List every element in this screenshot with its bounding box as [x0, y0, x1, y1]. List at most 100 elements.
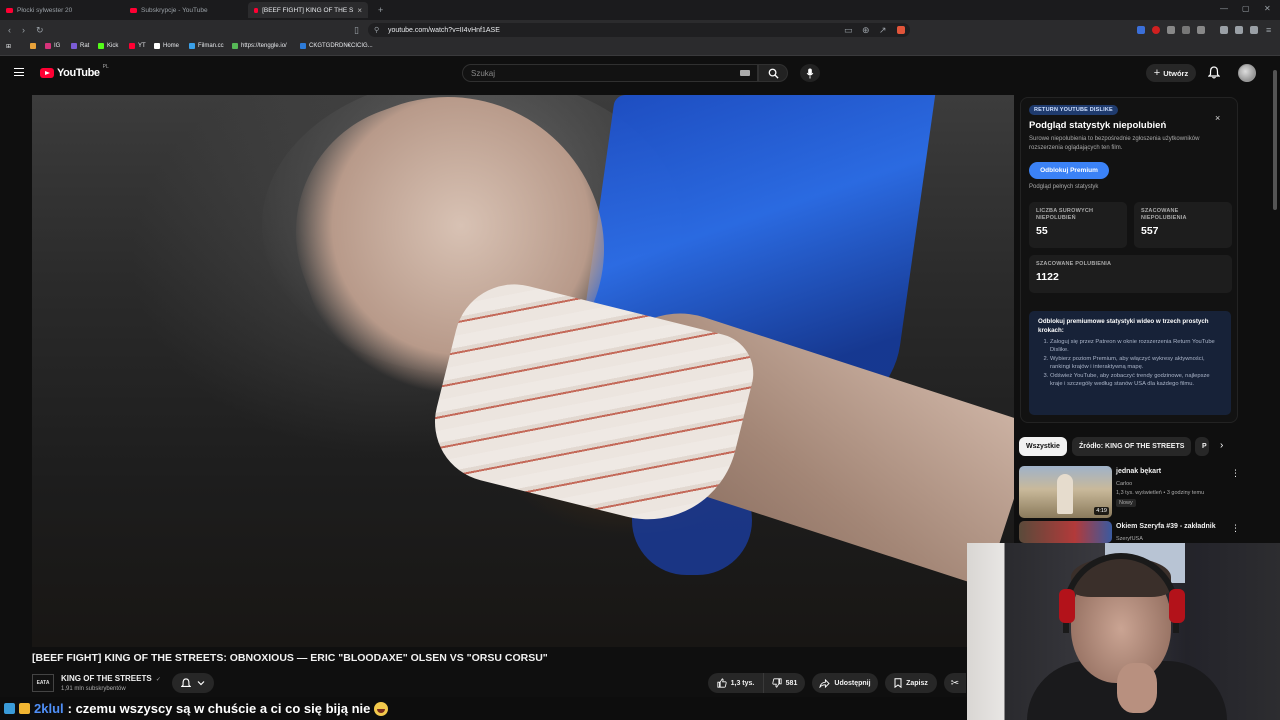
puzzle-icon[interactable]: [1197, 26, 1205, 34]
rec-channel[interactable]: Carloo: [1116, 481, 1132, 487]
bookmark-home[interactable]: Home: [154, 43, 179, 49]
menu-icon[interactable]: ≡: [1266, 25, 1271, 35]
logo-text: YouTube: [57, 67, 100, 79]
brave-shield-icon[interactable]: [897, 26, 905, 34]
tab-label: [BEEF FIGHT] KING OF THE S: [262, 6, 354, 14]
clip-button[interactable]: ✂: [944, 673, 966, 693]
chip-all[interactable]: Wszystkie: [1019, 437, 1067, 456]
download-icon[interactable]: [1220, 26, 1228, 34]
rec-channel[interactable]: SzeryfUSA: [1116, 536, 1143, 542]
bookmark-yt[interactable]: YT: [129, 43, 146, 49]
reload-icon[interactable]: ↻: [36, 25, 44, 36]
forward-icon[interactable]: ›: [22, 25, 25, 35]
url-text: youtube.com/watch?v=II4vHnf1ASE: [388, 26, 500, 34]
bookmark-folder-icon[interactable]: [30, 43, 36, 49]
subscription-notifications-button[interactable]: [172, 673, 214, 693]
more-options-icon[interactable]: ⋮: [1231, 523, 1240, 534]
stream-chat-message: 2klul : czemu wszyscy są w chuście a ci …: [0, 697, 967, 720]
search-icon: [768, 68, 779, 79]
bookmark-label: Filman.cc: [198, 43, 224, 49]
stat-value: 55: [1036, 225, 1048, 237]
youtube-favicon-icon: [6, 7, 13, 13]
video-thumbnail[interactable]: [1019, 521, 1112, 543]
site-info-icon[interactable]: ⚲: [374, 26, 379, 34]
address-field[interactable]: ⚲ youtube.com/watch?v=II4vHnf1ASE: [368, 23, 910, 37]
chat-message-text: : czemu wszyscy są w chuście a ci co się…: [67, 701, 371, 716]
chevron-right-icon[interactable]: ›: [1220, 440, 1223, 451]
extension-icon[interactable]: [1167, 26, 1175, 34]
close-icon[interactable]: ×: [1215, 113, 1220, 123]
share-icon[interactable]: ↗: [879, 25, 887, 36]
scrollbar-thumb[interactable]: [1273, 70, 1277, 210]
bookmark-label: Rat: [80, 43, 90, 49]
search-button[interactable]: [758, 64, 788, 82]
rec-title[interactable]: Okiem Szeryfa #39 - zakładnik: [1116, 523, 1216, 530]
bookmark-ig[interactable]: IG: [45, 43, 60, 49]
zoom-icon[interactable]: ⊕: [862, 25, 870, 36]
browser-tab[interactable]: Subskrypcje - YouTube: [124, 2, 248, 18]
bookmark-icon[interactable]: ▯: [354, 25, 359, 36]
close-tab-icon[interactable]: ×: [357, 6, 362, 15]
extension-icon[interactable]: [1152, 26, 1160, 34]
chip-more[interactable]: P: [1195, 437, 1209, 456]
media-icon[interactable]: [1235, 26, 1243, 34]
bookmark-other[interactable]: CKGTGDRDN€CICIG...: [300, 43, 373, 49]
bookmark-kick[interactable]: Kick: [98, 43, 118, 49]
keyboard-icon[interactable]: [740, 70, 750, 76]
ryd-title: Podgląd statystyk niepolubień: [1029, 120, 1167, 131]
video-player[interactable]: [32, 95, 1014, 647]
search-placeholder: Szukaj: [471, 68, 496, 78]
account-avatar[interactable]: [1238, 64, 1256, 82]
subscriber-count: 1,91 mln subskrybentów: [61, 686, 126, 692]
unlock-premium-button[interactable]: Odblokuj Premium: [1029, 162, 1109, 179]
steps-list: Zaloguj się przez Patreon w oknie rozsze…: [1038, 339, 1222, 389]
browser-tab[interactable]: Płocki sylwester 20: [0, 2, 124, 18]
video-thumbnail[interactable]: 4:19: [1019, 466, 1112, 518]
thumbnail-figure: [1057, 474, 1073, 514]
channel-avatar[interactable]: EATA: [32, 674, 54, 692]
minimize-icon[interactable]: —: [1220, 4, 1228, 13]
recommendation-item[interactable]: Okiem Szeryfa #39 - zakładnik SzeryfUSA …: [1019, 521, 1249, 543]
dislike-button[interactable]: 581: [763, 673, 805, 693]
full-stats-link[interactable]: Podgląd pełnych statystyk: [1029, 184, 1098, 190]
wallet-icon[interactable]: [1250, 26, 1258, 34]
recommendation-item[interactable]: 4:19 jednak bękart Carloo 1,3 tys. wyświ…: [1019, 466, 1249, 518]
extension-icon[interactable]: [1182, 26, 1190, 34]
more-options-icon[interactable]: ⋮: [1231, 468, 1240, 479]
bookmark-filman[interactable]: Filman.cc: [189, 43, 224, 49]
bookmark-rat[interactable]: Rat: [71, 43, 89, 49]
bookmark-tenggle[interactable]: https://tenggle.io/: [232, 43, 287, 49]
estimated-dislikes-card: SZACOWANE NIEPOLUBIENIA 557: [1134, 202, 1232, 248]
raw-dislikes-card: LICZBA SUROWYCH NIEPOLUBIEŃ 55: [1029, 202, 1127, 248]
notifications-bell-icon[interactable]: [1208, 66, 1220, 79]
channel-name-text: KING OF THE STREETS: [61, 674, 152, 683]
new-badge: Nowy: [1116, 499, 1136, 507]
ryd-description: Surowe niepolubienia to bezpośrednie zgł…: [1029, 136, 1200, 151]
stat-label: SZACOWANE POLUBIENIA: [1036, 261, 1112, 267]
share-button[interactable]: Udostępnij: [812, 673, 878, 693]
youtube-logo[interactable]: YouTube PL: [40, 64, 109, 79]
search-input[interactable]: Szukaj: [462, 64, 758, 82]
save-playlist-icon: [894, 678, 902, 688]
create-label: Utwórz: [1163, 68, 1189, 78]
back-icon[interactable]: ‹: [8, 25, 11, 35]
save-button[interactable]: Zapisz: [885, 673, 937, 693]
cast-icon[interactable]: ▭: [844, 25, 853, 36]
maximize-icon[interactable]: ▢: [1242, 4, 1250, 13]
voice-search-button[interactable]: [800, 64, 820, 82]
ryd-badge: RETURN YOUTUBE DISLIKE: [1029, 105, 1118, 115]
browser-tab-active[interactable]: [BEEF FIGHT] KING OF THE S ×: [248, 2, 368, 18]
channel-name[interactable]: KING OF THE STREETS ✓: [61, 674, 161, 683]
rec-title[interactable]: jednak bękart: [1116, 468, 1161, 475]
save-label: Zapisz: [906, 679, 928, 687]
stat-value: 557: [1141, 225, 1159, 237]
close-window-icon[interactable]: ✕: [1264, 4, 1271, 13]
apps-grid-icon[interactable]: ⊞: [6, 43, 11, 50]
extension-icon[interactable]: [1137, 26, 1145, 34]
new-tab-button[interactable]: +: [372, 2, 386, 18]
like-button[interactable]: 1,3 tys.: [708, 673, 763, 693]
create-button[interactable]: + Utwórz: [1146, 64, 1196, 82]
rec-meta: 1,3 tys. wyświetleń • 3 godziny temu: [1116, 490, 1205, 496]
hamburger-menu-icon[interactable]: [14, 68, 24, 76]
chip-source[interactable]: Źródło: KING OF THE STREETS: [1072, 437, 1192, 456]
